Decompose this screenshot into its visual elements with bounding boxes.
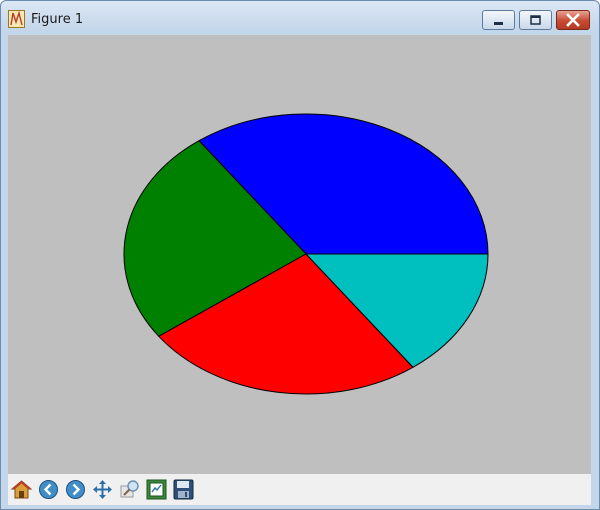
maximize-button[interactable] [519,10,552,30]
pan-button[interactable] [91,478,114,501]
navigation-toolbar [8,474,591,505]
home-icon [10,480,33,499]
save-icon [173,479,194,500]
forward-button[interactable] [64,478,87,501]
figure-window: Figure 1 [0,0,600,510]
matplotlib-figure-icon [8,10,25,28]
close-icon [566,13,580,27]
back-icon [39,480,58,499]
pan-icon [93,480,112,499]
close-button[interactable] [556,10,590,30]
zoom-icon [120,480,139,498]
back-button[interactable] [37,478,60,501]
title-bar[interactable]: Figure 1 [1,1,599,35]
window-title: Figure 1 [31,12,84,27]
save-button[interactable] [172,478,195,501]
home-button[interactable] [10,478,33,501]
forward-icon [66,480,85,499]
minimize-button[interactable] [482,10,515,30]
maximize-icon [530,15,541,25]
subplots-configure-icon [146,479,167,500]
pie-chart [123,113,489,395]
subplots-configure-button[interactable] [145,478,168,501]
figure-canvas[interactable] [8,35,591,474]
zoom-button[interactable] [118,478,141,501]
minimize-icon [494,22,503,25]
